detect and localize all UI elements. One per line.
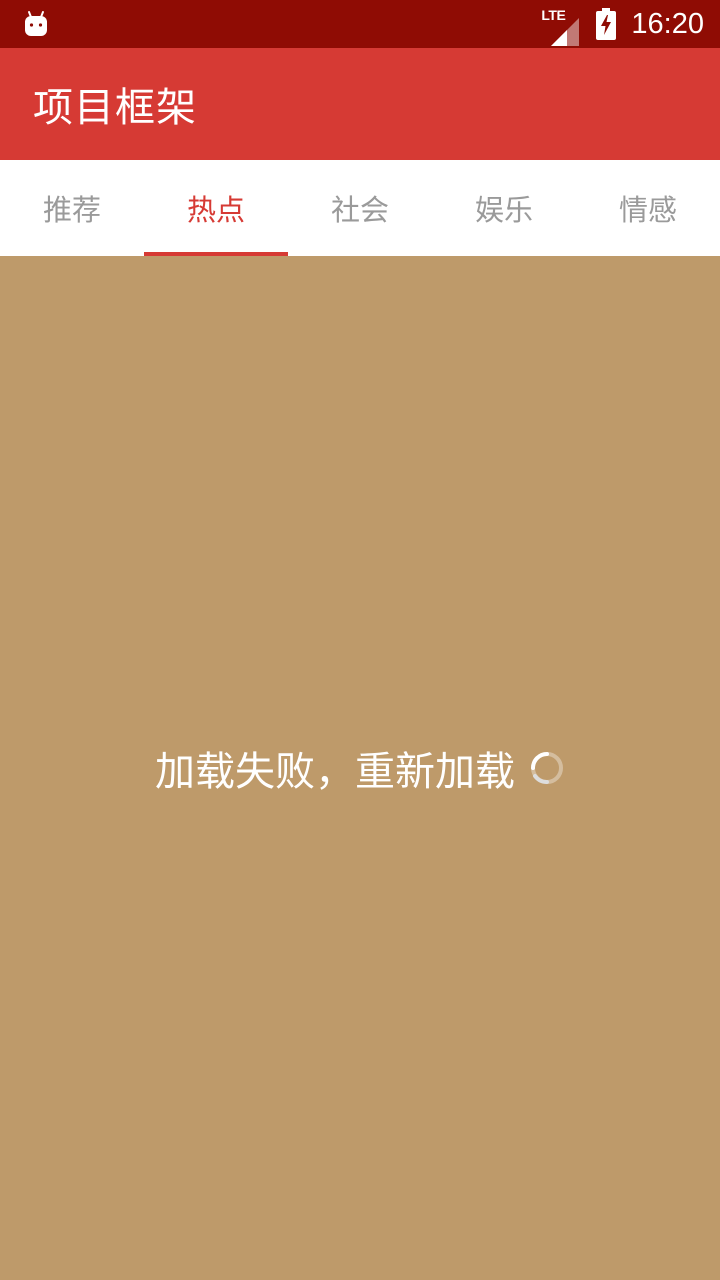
tab-bar: 推荐 热点 社会 娱乐 情感 (0, 160, 720, 256)
tab-label: 推荐 (42, 193, 101, 227)
tab-hot[interactable]: 热点 (144, 160, 288, 256)
tab-society[interactable]: 社会 (288, 160, 432, 256)
tab-label: 情感 (618, 193, 677, 227)
app-title: 项目框架 (33, 85, 197, 131)
tab-entertainment[interactable]: 娱乐 (432, 160, 576, 256)
tab-label: 热点 (186, 193, 245, 227)
app-screen: LTE 16:20 项目框架 推荐 热点 社会 娱乐 情感 加载失败，重新加载 (0, 0, 720, 1280)
app-bar: 项目框架 (0, 48, 720, 160)
content-area: 加载失败，重新加载 (0, 256, 720, 1280)
status-bar-left (22, 10, 50, 38)
tab-emotion[interactable]: 情感 (576, 160, 720, 256)
tab-label: 社会 (330, 193, 389, 227)
battery-charging-icon (596, 8, 617, 40)
cell-signal-group: LTE (541, 8, 581, 46)
tab-label: 娱乐 (474, 193, 533, 227)
tab-recommend[interactable]: 推荐 (0, 160, 144, 256)
reload-button[interactable]: 加载失败，重新加载 (0, 744, 720, 795)
loading-spinner-icon (531, 752, 563, 784)
status-bar-right: LTE 16:20 (541, 0, 704, 48)
cell-signal-icon (551, 18, 580, 46)
status-time: 16:20 (631, 8, 704, 40)
reload-message: 加载失败，重新加载 (155, 749, 515, 795)
status-bar: LTE 16:20 (0, 0, 720, 48)
android-debug-icon (25, 11, 47, 36)
